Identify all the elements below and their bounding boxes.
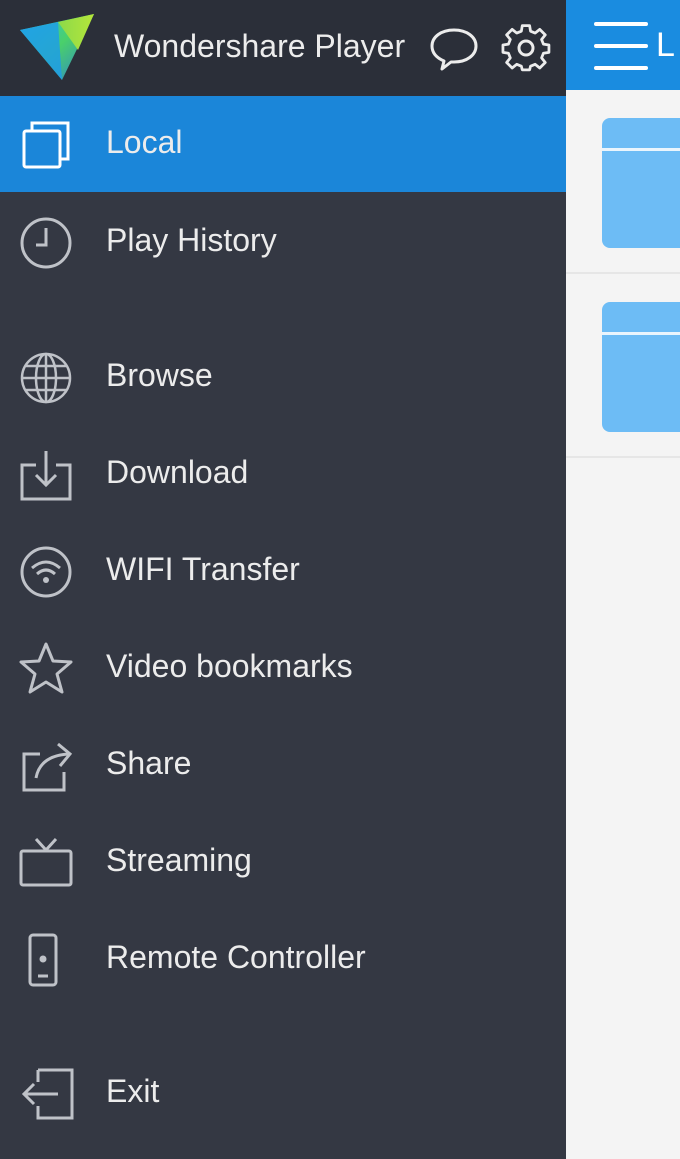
share-icon [18, 738, 74, 794]
menu-item-browse[interactable]: Browse [0, 329, 566, 425]
star-icon [18, 641, 74, 697]
screen: L Wondershare Player Local Play History … [0, 0, 680, 1159]
settings-gear-icon[interactable] [500, 22, 552, 74]
menu-item-play-history[interactable]: Play History [0, 194, 566, 290]
wifi-icon [18, 544, 74, 600]
menu-item-video-bookmarks[interactable]: Video bookmarks [0, 620, 566, 716]
main-content: L [566, 0, 680, 1159]
menu-item-label: Play History [106, 222, 277, 258]
drawer-header: Wondershare Player [0, 0, 566, 96]
menu-item-label: Video bookmarks [106, 648, 353, 684]
menu-item-label: Streaming [106, 842, 252, 878]
menu-item-streaming[interactable]: Streaming [0, 814, 566, 910]
tv-icon [18, 835, 74, 891]
menu-item-label: Exit [106, 1073, 160, 1109]
menu-item-download[interactable]: Download [0, 426, 566, 522]
clock-icon [18, 215, 74, 271]
menu-item-label: Download [106, 454, 249, 490]
local-icon [18, 117, 74, 173]
menu-item-wifi-transfer[interactable]: WIFI Transfer [0, 523, 566, 619]
menu-item-label: Local [106, 124, 183, 160]
main-title: L [656, 26, 675, 64]
folder-row[interactable] [566, 90, 680, 274]
folder-icon [602, 302, 680, 432]
menu-item-label: Share [106, 745, 192, 781]
navigation-drawer: Wondershare Player Local Play History Br… [0, 0, 566, 1159]
menu-item-label: WIFI Transfer [106, 551, 300, 587]
exit-icon [18, 1066, 74, 1122]
app-logo-icon [18, 10, 98, 86]
remote-icon [18, 932, 74, 988]
app-name: Wondershare Player [114, 28, 406, 64]
feedback-chat-icon[interactable] [428, 22, 480, 74]
menu-item-label: Remote Controller [106, 939, 366, 975]
main-top-bar: L [566, 0, 680, 90]
hamburger-menu-icon[interactable] [594, 22, 648, 72]
menu-item-remote-controller[interactable]: Remote Controller [0, 911, 566, 1007]
folder-icon [602, 118, 680, 248]
menu-item-local[interactable]: Local [0, 96, 566, 192]
menu-item-share[interactable]: Share [0, 717, 566, 813]
menu-item-exit[interactable]: Exit [0, 1045, 566, 1141]
download-icon [18, 447, 74, 503]
menu-item-label: Browse [106, 357, 213, 393]
globe-icon [18, 350, 74, 406]
folder-row[interactable] [566, 274, 680, 458]
